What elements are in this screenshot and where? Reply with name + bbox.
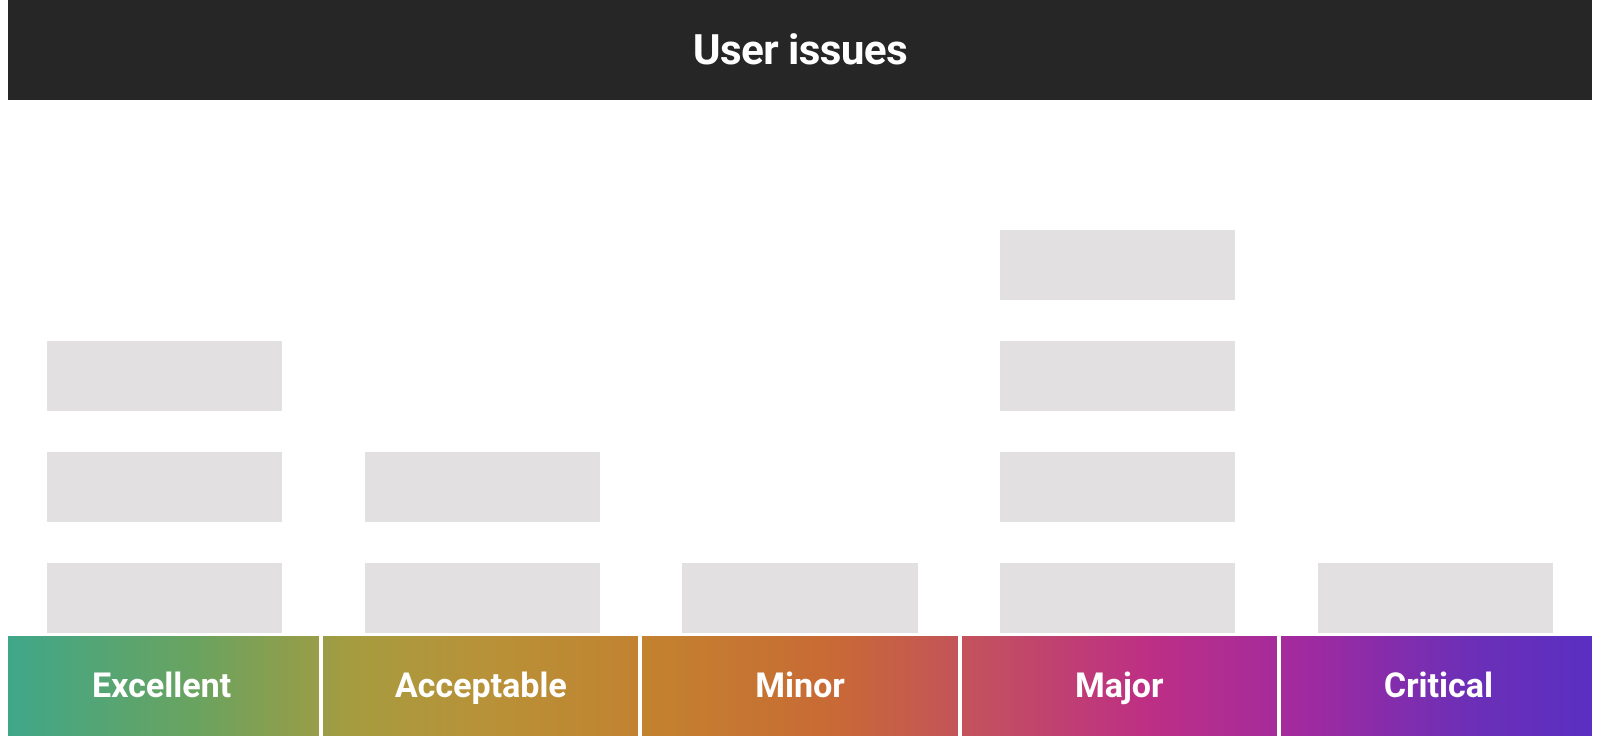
- grid-cell-major: [961, 211, 1275, 318]
- grid-cell-major: [961, 322, 1275, 429]
- grid-cell-acceptable: [326, 322, 640, 429]
- grid-cell-minor: [643, 544, 957, 651]
- brick: [1000, 563, 1235, 633]
- grid-row: [8, 211, 1592, 318]
- grid-row: [8, 433, 1592, 540]
- grid-row: [8, 322, 1592, 429]
- axis-separator: [1277, 636, 1281, 736]
- axis-label-excellent: Excellent: [8, 636, 315, 736]
- grid-cell-excellent: [8, 544, 322, 651]
- grid-cell-minor: [643, 100, 957, 207]
- brick: [682, 563, 917, 633]
- page-title: User issues: [693, 26, 907, 75]
- grid-cell-critical: [1278, 100, 1592, 207]
- grid-cell-major: [961, 100, 1275, 207]
- grid-cell-critical: [1278, 433, 1592, 540]
- grid-cell-acceptable: [326, 544, 640, 651]
- brick: [1000, 230, 1235, 300]
- page: User issues ExcellentAcceptableMinorMajo…: [0, 0, 1600, 751]
- brick: [1318, 563, 1553, 633]
- axis-label-critical: Critical: [1285, 636, 1592, 736]
- grid-cell-minor: [643, 433, 957, 540]
- grid-cell-critical: [1278, 322, 1592, 429]
- grid-row: [8, 544, 1592, 651]
- grid-cell-acceptable: [326, 211, 640, 318]
- axis-separator: [319, 636, 323, 736]
- grid-cell-major: [961, 544, 1275, 651]
- grid-cell-acceptable: [326, 100, 640, 207]
- grid-cell-major: [961, 433, 1275, 540]
- header: User issues: [8, 0, 1592, 100]
- axis-separator: [958, 636, 962, 736]
- severity-axis: ExcellentAcceptableMinorMajorCritical: [8, 636, 1592, 736]
- grid-cell-excellent: [8, 100, 322, 207]
- grid-cell-critical: [1278, 544, 1592, 651]
- axis-label-minor: Minor: [646, 636, 953, 736]
- grid-cell-minor: [643, 322, 957, 429]
- brick: [47, 563, 282, 633]
- grid-cell-excellent: [8, 211, 322, 318]
- grid-cell-excellent: [8, 433, 322, 540]
- brick: [365, 452, 600, 522]
- severity-grid: [8, 100, 1592, 636]
- grid-cell-excellent: [8, 322, 322, 429]
- grid-row: [8, 100, 1592, 207]
- grid-cell-minor: [643, 211, 957, 318]
- brick: [47, 452, 282, 522]
- axis-label-acceptable: Acceptable: [327, 636, 634, 736]
- brick: [365, 563, 600, 633]
- brick: [47, 341, 282, 411]
- axis-label-major: Major: [966, 636, 1273, 736]
- axis-separator: [638, 636, 642, 736]
- brick: [1000, 341, 1235, 411]
- grid-cell-acceptable: [326, 433, 640, 540]
- brick: [1000, 452, 1235, 522]
- grid-cell-critical: [1278, 211, 1592, 318]
